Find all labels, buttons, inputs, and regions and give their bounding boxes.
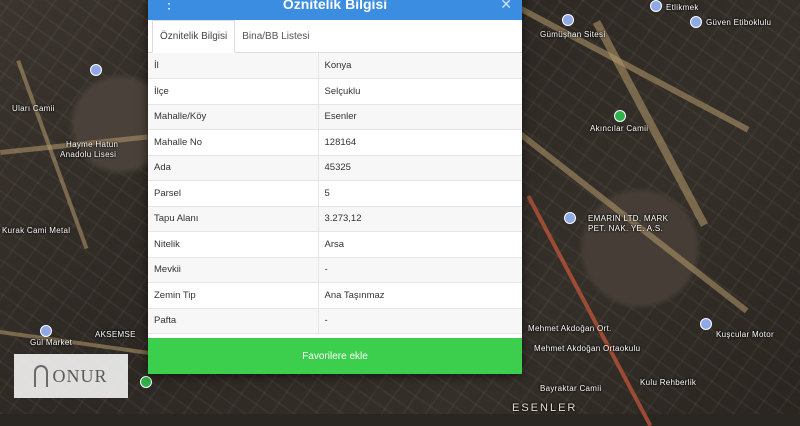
- map-label: PET. NAK. YE. A.S.: [588, 224, 664, 233]
- attribute-key: İl: [148, 53, 319, 79]
- map-pin-icon[interactable]: [700, 318, 712, 330]
- map-pin-icon[interactable]: [650, 0, 662, 12]
- attribute-key: Mevkii: [148, 257, 319, 283]
- attribute-value: 5: [318, 180, 522, 207]
- table-row: Ada 45325: [148, 155, 522, 181]
- dialog-title: Öznitelik Bilgisi: [282, 0, 388, 12]
- map-label: EMARIN LTD. MARK: [588, 214, 669, 223]
- table-row: Pafta -: [148, 308, 522, 334]
- tab-building-list[interactable]: Bina/BB Listesi: [235, 20, 316, 52]
- map-label: Hayme Hatun: [66, 140, 119, 149]
- map-district-label: ESENLER: [512, 402, 578, 414]
- attribute-info-dialog: ⋮ Öznitelik Bilgisi ✕ Öznitelik Bilgisi …: [148, 0, 522, 374]
- table-row: Mevkii -: [148, 257, 522, 283]
- map-label: Kurak Cami Metal: [2, 226, 71, 235]
- map-label: Kuşcular Motor: [716, 330, 774, 339]
- attribute-value: -: [318, 308, 522, 334]
- attribute-key: Nitelik: [148, 231, 319, 258]
- table-row: Mahalle/Köy Esenler: [148, 104, 522, 130]
- logo-mark-icon: [34, 365, 49, 387]
- map-label: Bayraktar Camii: [540, 384, 602, 393]
- table-row: Tapu Alanı 3.273,12: [148, 206, 522, 232]
- attribute-key: Parsel: [148, 180, 319, 207]
- map-label: Güven Etiboklulu: [706, 18, 772, 27]
- attribute-key: İlçe: [148, 78, 319, 105]
- attribute-value: Ana Taşınmaz: [318, 282, 522, 309]
- close-icon[interactable]: ✕: [500, 0, 512, 13]
- table-row: Parsel 5: [148, 180, 522, 207]
- map-label: Kulu Rehberlik: [640, 378, 697, 387]
- mosque-pin-icon[interactable]: [614, 110, 626, 122]
- attribute-key: Tapu Alanı: [148, 206, 319, 232]
- map-label: Akıncılar Camii: [590, 124, 649, 133]
- attribute-key: Ada: [148, 155, 319, 181]
- mosque-pin-icon[interactable]: [140, 376, 152, 388]
- dialog-tabs: Öznitelik Bilgisi Bina/BB Listesi: [148, 20, 522, 53]
- attribute-value: -: [318, 257, 522, 283]
- table-row: İlçe Selçuklu: [148, 78, 522, 105]
- kebab-menu-icon[interactable]: ⋮: [162, 0, 176, 10]
- table-row: Zemin Tip Ana Taşınmaz: [148, 282, 522, 309]
- map-pin-icon[interactable]: [562, 14, 574, 26]
- map-pin-icon[interactable]: [564, 212, 576, 224]
- map-label: Gül Market: [30, 338, 73, 347]
- map-label: AKSEMSE: [95, 330, 136, 339]
- attribute-value: 128164: [318, 129, 522, 156]
- table-row: Mahalle No 128164: [148, 129, 522, 156]
- map-label: Mehmet Akdoğan Ortaokulu: [534, 344, 641, 353]
- attribute-value: Arsa: [318, 231, 522, 258]
- map-label: Uları Camii: [12, 104, 55, 113]
- map-label: Mehmet Akdoğan Ort.: [528, 324, 612, 333]
- logo-text: ONUR: [52, 365, 108, 386]
- table-row: İl Konya: [148, 53, 522, 79]
- attribute-key: Zemin Tip: [148, 282, 319, 309]
- table-row: Nitelik Arsa: [148, 231, 522, 258]
- onur-logo: ONUR: [14, 354, 128, 398]
- map-label: Anadolu Lisesi: [60, 150, 117, 159]
- tab-attribute-info[interactable]: Öznitelik Bilgisi: [152, 20, 236, 53]
- attribute-value: 45325: [318, 155, 522, 181]
- map-label: Etlikmek: [666, 3, 699, 12]
- map-pin-icon[interactable]: [40, 325, 52, 337]
- attribute-value: Selçuklu: [318, 78, 522, 105]
- map-pin-icon[interactable]: [690, 16, 702, 28]
- attribute-value: Konya: [318, 53, 522, 79]
- attribute-value: Esenler: [318, 104, 522, 130]
- add-to-favorites-button[interactable]: Favorilere ekle: [148, 338, 522, 374]
- dialog-header: ⋮ Öznitelik Bilgisi ✕: [148, 0, 522, 20]
- map-label: Gümüşhan Sitesi: [540, 30, 606, 39]
- attribute-table: İl Konya İlçe Selçuklu Mahalle/Köy Esenler Mah…: [148, 53, 522, 334]
- attribute-value: 3.273,12: [318, 206, 522, 232]
- map-pin-icon[interactable]: [90, 64, 102, 76]
- attribute-key: Mahalle/Köy: [148, 104, 319, 130]
- attribute-key: Pafta: [148, 308, 319, 334]
- attribute-key: Mahalle No: [148, 129, 319, 156]
